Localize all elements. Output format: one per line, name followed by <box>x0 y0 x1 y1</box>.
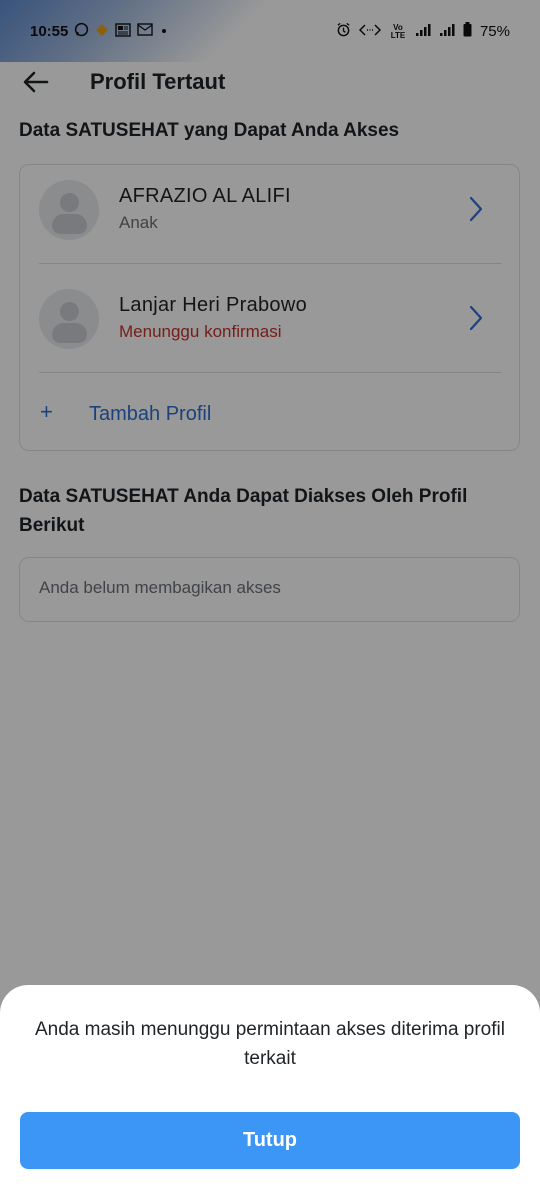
screen: 10:55 Vo LTE 75% Profil Tertaut Data SAT… <box>0 0 540 1200</box>
close-button[interactable]: Tutup <box>20 1112 520 1169</box>
sheet-message: Anda masih menunggu permintaan akses dit… <box>35 1019 505 1069</box>
bottom-sheet: Anda masih menunggu permintaan akses dit… <box>0 985 540 1200</box>
